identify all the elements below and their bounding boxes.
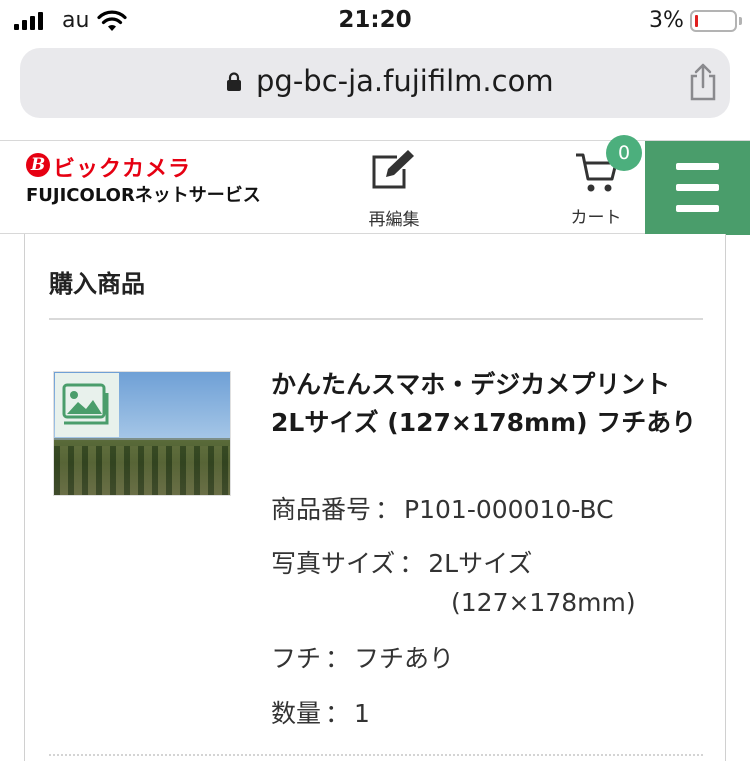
spec-label: フチ bbox=[271, 644, 322, 673]
cart-label: カート bbox=[570, 208, 622, 228]
spec-quantity: 数量： 1 bbox=[271, 694, 370, 730]
spec-photo-size-dimensions: (127×178mm) bbox=[451, 588, 636, 617]
thumbnail-vines bbox=[54, 446, 230, 495]
reedit-label: 再編集 bbox=[368, 210, 420, 230]
spec-product-number: 商品番号： P101-000010-BC bbox=[271, 490, 614, 526]
brand-name[interactable]: ビックカメラ bbox=[53, 151, 191, 183]
menu-button[interactable] bbox=[645, 141, 750, 235]
spec-value: 2Lサイズ bbox=[428, 549, 533, 578]
spec-label: 数量 bbox=[271, 699, 322, 728]
section-title: 購入商品 bbox=[49, 270, 145, 298]
section-divider bbox=[49, 318, 703, 320]
spec-border: フチ：フチあり bbox=[271, 639, 454, 675]
spec-label: 商品番号 bbox=[271, 495, 372, 524]
spec-value: P101-000010-BC bbox=[404, 495, 614, 524]
spec-value: フチあり bbox=[354, 644, 455, 673]
spec-separator: ： bbox=[399, 549, 425, 578]
image-gallery-icon bbox=[62, 383, 109, 425]
hamburger-menu-line bbox=[676, 184, 719, 191]
battery-percent: 3% bbox=[649, 8, 684, 33]
address-bar[interactable]: pg-bc-ja.fujifilm.com bbox=[20, 48, 730, 118]
edit-pencil-icon bbox=[372, 150, 414, 189]
product-thumbnail[interactable] bbox=[53, 371, 231, 496]
spec-separator: ： bbox=[375, 495, 401, 524]
item-divider bbox=[49, 754, 703, 756]
status-bar: au 21:20 3% bbox=[0, 0, 750, 40]
site-header: B ビックカメラ FUJICOLORネットサービス 再編集 カート 0 bbox=[0, 135, 750, 235]
spec-value: 1 bbox=[354, 699, 370, 728]
spec-label: 写真サイズ bbox=[271, 549, 396, 578]
brand-logo-icon[interactable]: B bbox=[26, 153, 50, 177]
battery-level bbox=[695, 15, 698, 27]
cart-count-badge: 0 bbox=[606, 135, 642, 171]
hamburger-menu-line bbox=[676, 205, 719, 212]
photo-badge bbox=[55, 373, 119, 437]
lock-icon bbox=[227, 72, 241, 91]
spec-separator: ： bbox=[325, 699, 351, 728]
share-icon[interactable] bbox=[686, 62, 720, 102]
battery-nub bbox=[739, 17, 742, 25]
product-name: かんたんスマホ・デジカメプリント 2Lサイズ (127×178mm) フチあり bbox=[271, 370, 697, 437]
clock: 21:20 bbox=[338, 7, 412, 33]
brand-service-name[interactable]: FUJICOLORネットサービス bbox=[26, 181, 261, 207]
spec-photo-size: 写真サイズ： 2Lサイズ bbox=[271, 544, 532, 580]
hamburger-menu-icon bbox=[676, 163, 719, 170]
spec-separator: ： bbox=[325, 644, 351, 673]
url-text[interactable]: pg-bc-ja.fujifilm.com bbox=[256, 64, 554, 98]
battery-icon bbox=[690, 10, 737, 32]
reedit-button[interactable]: 再編集 bbox=[356, 145, 432, 231]
purchase-panel: 購入商品 かんたんスマホ・デジカメプリント 2Lサイズ (127×178mm) … bbox=[24, 234, 726, 761]
